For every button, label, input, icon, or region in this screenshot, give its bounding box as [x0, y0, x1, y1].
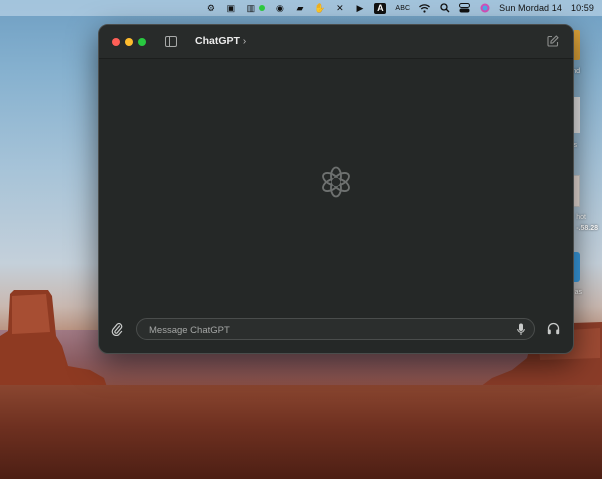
input-source-icon[interactable]: A	[374, 2, 387, 14]
sidebar-toggle-icon[interactable]	[165, 36, 177, 47]
window-title: ChatGPT	[195, 35, 240, 47]
desktop-app-icon[interactable]	[574, 252, 580, 282]
wallpaper-desert	[0, 385, 602, 479]
message-composer[interactable]	[136, 318, 535, 340]
desktop-item-label: as	[574, 289, 582, 296]
screen-capture-icon[interactable]: ▣	[225, 3, 236, 14]
chatgpt-window: ChatGPT ›	[98, 24, 574, 354]
battery-monitor-icon[interactable]: ▥	[245, 3, 256, 14]
chatgpt-status-icon[interactable]: ⚙	[205, 3, 216, 14]
desktop-item-label: s	[573, 142, 578, 149]
new-chat-icon[interactable]	[547, 35, 559, 47]
paperclip-icon[interactable]	[111, 322, 123, 336]
menu-bar: ⚙ ▣ ▥ ◉ ▰ ✋ ✕ ▶ A ABC Sun Mordad 14 10:5…	[0, 0, 602, 16]
search-icon[interactable]	[439, 3, 450, 14]
desktop-item-label: hot	[576, 214, 586, 221]
microphone-icon[interactable]	[517, 323, 525, 336]
play-icon[interactable]: ▶	[354, 3, 365, 14]
chatgpt-logo-icon	[322, 166, 350, 198]
remote-desktop-icon[interactable]: ▰	[294, 3, 305, 14]
desktop-document-icon[interactable]	[574, 97, 580, 133]
close-button[interactable]	[112, 38, 120, 46]
desktop-item-label: -.58.28	[576, 225, 598, 232]
minimize-button[interactable]	[125, 38, 133, 46]
siri-icon[interactable]	[479, 3, 490, 14]
keyboard-layout[interactable]: ABC	[395, 5, 410, 12]
zoom-button[interactable]	[138, 38, 146, 46]
voice-mode-headphones-icon[interactable]	[547, 322, 560, 335]
status-dot-icon	[259, 5, 266, 11]
desktop-folder-icon[interactable]	[574, 30, 580, 60]
chevron-right-icon: ›	[242, 36, 247, 47]
wifi-icon[interactable]	[419, 3, 431, 14]
vpn-icon[interactable]: ◉	[274, 3, 285, 14]
model-selector[interactable]: ChatGPT ›	[195, 35, 246, 47]
sound-muted-icon[interactable]: ✕	[334, 3, 345, 14]
menubar-time[interactable]: 10:59	[571, 3, 594, 13]
control-center-icon[interactable]	[459, 3, 471, 14]
menubar-date[interactable]: Sun Mordad 14	[499, 3, 562, 13]
message-input[interactable]	[147, 322, 511, 339]
hand-icon[interactable]: ✋	[314, 3, 325, 14]
window-titlebar[interactable]: ChatGPT ›	[99, 25, 573, 59]
